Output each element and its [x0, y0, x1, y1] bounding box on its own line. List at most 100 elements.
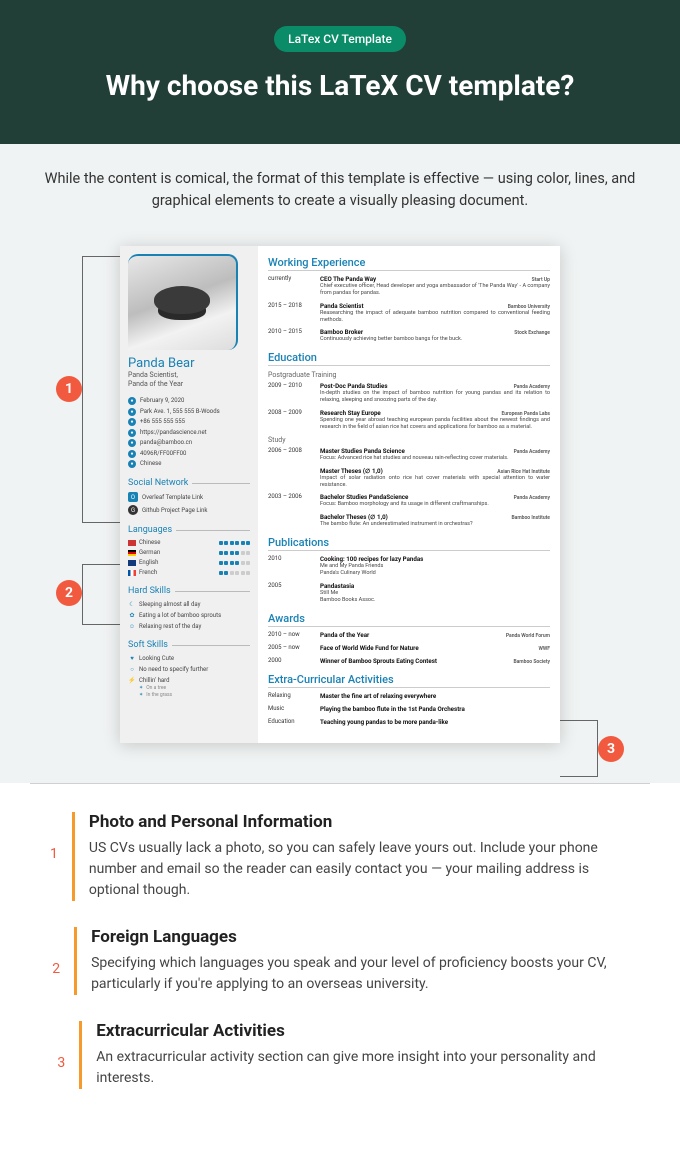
cv-sidebar: Panda Bear Panda Scientist, Panda of the…: [120, 246, 258, 743]
entry-title: Panda of the Year: [320, 631, 369, 639]
cv-lang-row: Chinese: [128, 539, 250, 546]
entry-org: Start Up: [532, 277, 550, 283]
lang-level: [219, 571, 251, 575]
entry-org: WWF: [538, 646, 550, 652]
cv-lang-row: French: [128, 569, 250, 576]
info-text: Park Ave. 1, 555 555 B-Woods: [140, 408, 220, 415]
category-badge: LaTex CV Template: [274, 26, 406, 52]
cv-info-row: ● 4096R/FF00FF00: [128, 450, 250, 458]
entry-desc: In-depth studies on the impact of bamboo…: [320, 390, 550, 404]
cv-entry: 2008 – 2009 Research Stay EuropeEuropean…: [268, 409, 550, 431]
lang-level: [219, 551, 251, 555]
cv-entry: 2006 – 2008 Master Studies Panda Science…: [268, 447, 550, 462]
entry-desc: Focus: Bamboo morphology and its usage i…: [320, 501, 550, 508]
info-icon: ●: [128, 439, 136, 447]
info-text: panda@bamboo.cn: [140, 439, 192, 446]
note-item: 1 Photo and Personal Information US CVs …: [50, 812, 630, 901]
cv-entry: 2005 – now Face of World Wide Fund for N…: [268, 644, 550, 652]
lang-name: German: [139, 549, 160, 556]
cv-entry: currently CEO The Panda WayStart Up Chie…: [268, 275, 550, 297]
cv-side-hard-heading: Hard Skills: [128, 586, 250, 596]
entry-date: [268, 467, 312, 489]
note-title: Extracurricular Activities: [96, 1021, 630, 1041]
skill-label: No need to specify further: [139, 666, 208, 673]
cv-entry: Bachelor Theses (∅ 1,0)Bamboo Institute …: [268, 513, 550, 528]
entry-date: 2008 – 2009: [268, 409, 312, 431]
info-icon: ●: [128, 429, 136, 437]
info-icon: ●: [128, 418, 136, 426]
cv-entry: 2010 – 2015 Bamboo BrokerStock Exchange …: [268, 328, 550, 343]
entry-title: Master the fine art of relaxing everywhe…: [320, 692, 436, 700]
social-icon: O: [128, 492, 138, 502]
info-text: February 9, 2020: [140, 397, 184, 404]
note-text: Specifying which languages you speak and…: [91, 953, 630, 995]
entry-date: 2009 – 2010: [268, 382, 312, 404]
cv-document: Panda Bear Panda Scientist, Panda of the…: [120, 246, 560, 743]
skill-label: Relaxing rest of the day: [139, 623, 201, 630]
cv-skill-row: ♥Looking Cute: [128, 654, 250, 662]
cv-skill-sub: ✶In the grass: [139, 692, 250, 698]
cv-edu-sub2: Study: [268, 436, 550, 444]
cv-contact-info: ●February 9, 2020●Park Ave. 1, 555 555 B…: [128, 397, 250, 468]
marker-3: 3: [598, 736, 624, 762]
lang-name: French: [139, 569, 157, 576]
entry-title: CEO The Panda Way: [320, 275, 376, 283]
cv-edu-sub1: Postgraduate Training: [268, 371, 550, 379]
skill-label: Chillin' hard: [139, 677, 170, 684]
social-label: Overleaf Template Link: [142, 494, 203, 501]
marker-1: 1: [56, 376, 82, 402]
info-icon: ●: [128, 460, 136, 468]
cv-lang-row: German: [128, 549, 250, 556]
entry-desc: Spending one year abroad teaching europe…: [320, 417, 550, 431]
info-text: 4096R/FF00FF00: [140, 450, 186, 457]
entry-org: Panda Academy: [514, 449, 550, 455]
info-text: +86 555 555 555: [140, 418, 185, 425]
entry-title: Teaching young pandas to be more panda-l…: [320, 718, 448, 726]
info-icon: ●: [128, 408, 136, 416]
intro-text: While the content is comical, the format…: [0, 144, 680, 246]
note-text: An extracurricular activity section can …: [96, 1047, 630, 1089]
skill-label: Eating a lot of bamboo sprouts: [139, 612, 221, 619]
cv-entry: Relaxing Master the fine art of relaxing…: [268, 692, 550, 700]
note-title: Photo and Personal Information: [89, 812, 630, 832]
cv-photo: [128, 254, 238, 350]
cv-info-row: ●February 9, 2020: [128, 397, 250, 405]
note-item: 2 Foreign Languages Specifying which lan…: [50, 927, 630, 995]
entry-org: Stock Exchange: [514, 330, 550, 336]
cv-entry: Master Theses (∅ 1,0)Asian Rice Hat Inst…: [268, 467, 550, 489]
cv-skill-row: ⚡Chillin' hard: [128, 676, 250, 684]
cv-info-row: ● +86 555 555 555: [128, 418, 250, 426]
entry-desc: Impact of solar radiation onto rice hat …: [320, 475, 550, 489]
cv-entry: 2003 – 2006 Bachelor Studies PandaScienc…: [268, 493, 550, 508]
cv-skill-row: ✿Eating a lot of bamboo sprouts: [128, 611, 250, 619]
entry-title: Research Stay Europe: [320, 409, 381, 417]
entry-date: 2005: [268, 582, 312, 604]
entry-title: Master Studies Panda Science: [320, 447, 405, 455]
cv-main: Working Experience currently CEO The Pan…: [258, 246, 560, 743]
entry-date: 2010 – 2015: [268, 328, 312, 343]
flag-icon: [128, 540, 136, 546]
cv-edu-heading: Education: [268, 351, 550, 366]
note-number: 2: [50, 927, 60, 995]
entry-date: 2006 – 2008: [268, 447, 312, 462]
cv-extra-heading: Extra-Curricular Activities: [268, 673, 550, 688]
cv-info-row: ● Park Ave. 1, 555 555 B-Woods: [128, 408, 250, 416]
cv-skill-row: ○No need to specify further: [128, 665, 250, 673]
entry-title: Playing the bamboo flute in the 1st Pand…: [320, 705, 465, 713]
entry-org: Panda World Forum: [506, 633, 550, 639]
entry-date: [268, 513, 312, 528]
entry-date: 2010 – now: [268, 631, 312, 639]
skill-icon: ☺: [128, 622, 136, 630]
cv-side-social-heading: Social Network: [128, 478, 250, 488]
entry-org: Bamboo Society: [513, 659, 550, 665]
info-icon: ●: [128, 450, 136, 458]
skill-sub-icon: ✶: [139, 692, 143, 698]
note-number: 3: [50, 1021, 65, 1089]
entry-date: Relaxing: [268, 692, 312, 700]
lang-name: Chinese: [139, 539, 160, 546]
header: LaTex CV Template Why choose this LaTeX …: [0, 0, 680, 144]
social-label: Github Project Page Link: [142, 507, 207, 514]
entry-org: Asian Rice Hat Institute: [497, 469, 550, 475]
entry-desc: Continuously achieving better bamboo ban…: [320, 336, 550, 343]
entry-title: Panda Scientist: [320, 302, 364, 310]
